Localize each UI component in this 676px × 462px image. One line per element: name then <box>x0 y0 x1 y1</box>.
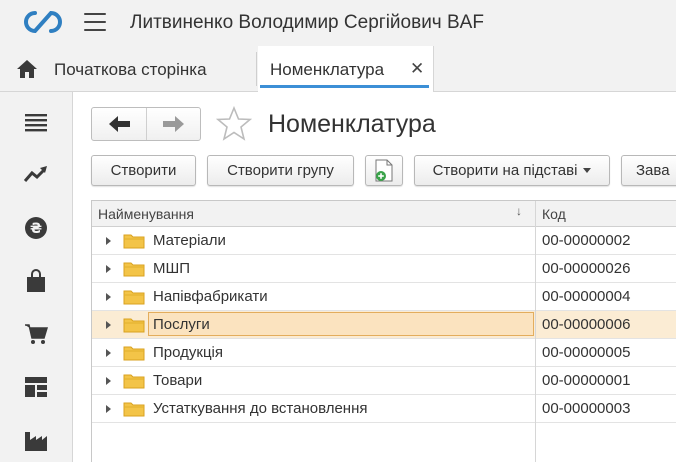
folder-icon <box>123 346 145 361</box>
title-bar: Литвиненко Володимир Сергійович BAF <box>0 0 676 46</box>
table-row[interactable]: Матеріали 00-00000002 <box>92 227 676 255</box>
favorite-star-icon[interactable] <box>216 106 252 142</box>
chevron-down-icon <box>583 168 592 173</box>
tab-divider <box>256 52 257 86</box>
row-name: МШП <box>153 260 191 277</box>
folder-icon <box>123 402 145 417</box>
copy-document-icon <box>375 159 393 181</box>
column-header-name[interactable]: Найменування <box>98 206 194 222</box>
expand-arrow-icon[interactable] <box>106 321 111 329</box>
app-logo-icon[interactable] <box>22 9 64 35</box>
folder-icon <box>123 290 145 305</box>
app-title: Литвиненко Володимир Сергійович BAF <box>130 12 484 33</box>
history-nav <box>91 107 201 141</box>
shopping-cart-icon[interactable] <box>24 322 48 346</box>
sort-arrow-icon[interactable]: ↓ <box>516 204 522 218</box>
row-code: 00-00000006 <box>542 316 631 333</box>
tab-bar: Початкова сторінка Номенклатура ✕ <box>0 46 676 92</box>
sidebar: ₴ <box>0 92 73 462</box>
row-name: Товари <box>153 372 203 389</box>
row-name: Напівфабрикати <box>153 288 268 305</box>
shopping-bag-icon[interactable] <box>24 269 48 293</box>
tab-nomenclature[interactable]: Номенклатура ✕ <box>258 46 434 92</box>
table-row[interactable]: Напівфабрикати 00-00000004 <box>92 283 676 311</box>
folder-icon <box>123 234 145 249</box>
row-name: Устаткування до встановлення <box>153 400 368 417</box>
create-group-button[interactable]: Створити групу <box>207 155 354 186</box>
create-button[interactable]: Створити <box>91 155 196 186</box>
tab-home[interactable]: Початкова сторінка <box>54 60 207 80</box>
folder-icon <box>123 262 145 277</box>
create-based-on-button[interactable]: Створити на підставі <box>414 155 610 186</box>
table-header: Найменування ↓ Код <box>92 201 676 227</box>
svg-text:₴: ₴ <box>30 221 42 237</box>
close-tab-icon[interactable]: ✕ <box>410 59 424 79</box>
table-row[interactable]: Продукція 00-00000005 <box>92 339 676 367</box>
table-row[interactable]: Устаткування до встановлення 00-00000003 <box>92 395 676 423</box>
row-code: 00-00000004 <box>542 288 631 305</box>
trend-chart-icon[interactable] <box>24 163 48 187</box>
column-separator <box>535 201 536 462</box>
page-title: Номенклатура <box>268 110 436 138</box>
table-row[interactable]: Послуги 00-00000006 <box>92 311 676 339</box>
main-content: Номенклатура Створити Створити групу Ств… <box>74 92 676 462</box>
table-row[interactable]: Товари 00-00000001 <box>92 367 676 395</box>
more-button[interactable]: Зава <box>621 155 676 186</box>
active-tab-indicator <box>260 85 429 88</box>
row-code: 00-00000005 <box>542 344 631 361</box>
row-code: 00-00000003 <box>542 400 631 417</box>
home-icon[interactable] <box>16 59 38 79</box>
grid-tiles-icon[interactable] <box>24 375 48 399</box>
expand-arrow-icon[interactable] <box>106 377 111 385</box>
expand-arrow-icon[interactable] <box>106 293 111 301</box>
expand-arrow-icon[interactable] <box>106 405 111 413</box>
row-code: 00-00000002 <box>542 232 631 249</box>
back-arrow-icon[interactable] <box>92 108 146 140</box>
menu-list-icon[interactable] <box>24 110 48 134</box>
money-icon[interactable]: ₴ <box>24 216 48 240</box>
nomenclature-table: Найменування ↓ Код Матеріали 00-00000002 М… <box>91 200 676 462</box>
row-name: Матеріали <box>153 232 226 249</box>
row-code: 00-00000026 <box>542 260 631 277</box>
folder-icon <box>123 318 145 333</box>
row-code: 00-00000001 <box>542 372 631 389</box>
copy-button[interactable] <box>365 155 403 186</box>
expand-arrow-icon[interactable] <box>106 349 111 357</box>
expand-arrow-icon[interactable] <box>106 237 111 245</box>
factory-icon[interactable] <box>24 428 48 452</box>
row-name: Продукція <box>153 344 223 361</box>
main-menu-icon[interactable] <box>84 13 106 33</box>
tab-nomenclature-label: Номенклатура <box>270 60 385 79</box>
table-row[interactable]: МШП 00-00000026 <box>92 255 676 283</box>
forward-arrow-icon[interactable] <box>147 108 201 140</box>
folder-icon <box>123 374 145 389</box>
column-header-code[interactable]: Код <box>542 206 566 222</box>
row-name: Послуги <box>153 316 210 333</box>
expand-arrow-icon[interactable] <box>106 265 111 273</box>
create-based-on-label: Створити на підставі <box>432 162 578 179</box>
